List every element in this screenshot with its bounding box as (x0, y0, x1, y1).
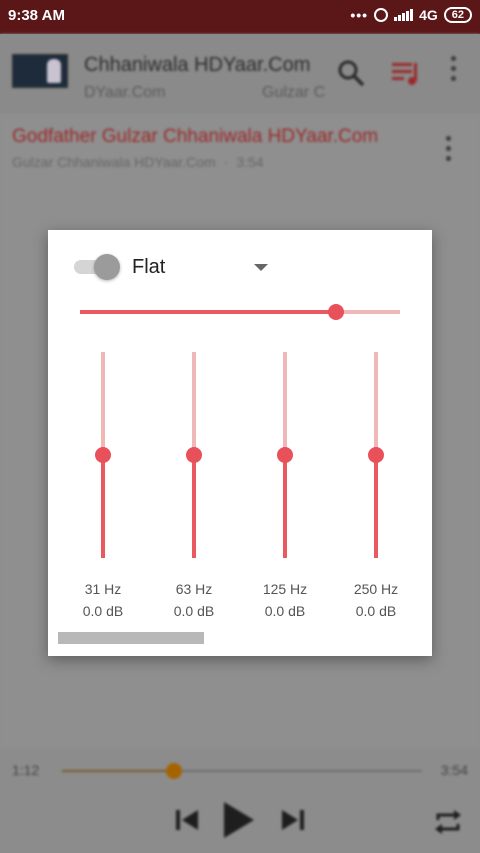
horizontal-scrollbar[interactable] (58, 632, 204, 644)
song-list-item[interactable]: Godfather Gulzar Chhaniwala HDYaar.Com G… (0, 116, 480, 176)
band-slider[interactable] (95, 352, 111, 558)
song-artist: Gulzar Chhaniwala HDYaar.Com (12, 154, 216, 170)
elapsed-time: 1:12 (12, 762, 40, 778)
album-art[interactable] (12, 54, 68, 88)
band-knob[interactable] (277, 447, 293, 463)
skip-next-icon[interactable] (280, 808, 306, 832)
song-separator: · (223, 154, 229, 170)
band-fill (283, 455, 287, 558)
band-63hz: 63 Hz 0.0 dB (162, 350, 226, 619)
total-time: 3:54 (440, 762, 468, 778)
skip-previous-icon[interactable] (174, 808, 200, 832)
more-vert-icon[interactable] (444, 56, 462, 90)
app-header: Chhaniwala HDYaar.Com DYaar.Com Gulzar C (0, 34, 480, 114)
band-knob[interactable] (95, 447, 111, 463)
signal-icon (394, 9, 414, 21)
band-frequency: 63 Hz (175, 581, 213, 597)
status-bar: 9:38 AM ••• 4G 62 (0, 0, 480, 34)
master-fill (80, 310, 336, 314)
seek-knob[interactable] (165, 763, 182, 779)
band-gain: 0.0 dB (173, 603, 215, 619)
band-fill (192, 455, 196, 558)
seek-bar[interactable] (62, 763, 422, 779)
preset-dropdown[interactable]: Flat (132, 254, 282, 282)
player-bar: 1:12 3:54 (0, 748, 480, 853)
notification-dots-icon: ••• (350, 7, 369, 23)
status-icons: ••• 4G 62 (350, 7, 472, 23)
band-slider[interactable] (277, 352, 293, 558)
master-knob[interactable] (328, 304, 344, 320)
band-frequency: 31 Hz (84, 581, 122, 597)
preset-label: Flat (132, 256, 166, 278)
band-125hz: 125 Hz 0.0 dB (253, 350, 317, 619)
song-duration: 3:54 (236, 154, 264, 170)
repeat-icon[interactable] (432, 806, 464, 838)
band-gain: 0.0 dB (82, 603, 124, 619)
search-icon[interactable] (336, 58, 366, 88)
master-slider[interactable] (80, 302, 400, 322)
battery-icon: 62 (443, 7, 472, 23)
band-slider[interactable] (186, 352, 202, 558)
seek-played (62, 770, 174, 772)
band-gain: 0.0 dB (355, 603, 397, 619)
header-subtitle-right: Gulzar C (262, 84, 326, 101)
band-31hz: 31 Hz 0.0 dB (71, 350, 135, 619)
band-fill (101, 455, 105, 558)
header-subtitle-left: DYaar.Com (84, 84, 166, 101)
band-frequency: 125 Hz (262, 581, 308, 597)
band-250hz: 250 Hz 0.0 dB (344, 350, 408, 619)
header-title: Chhaniwala HDYaar.Com (84, 54, 311, 76)
network-type: 4G (419, 7, 438, 23)
band-fill (374, 455, 378, 558)
queue-icon[interactable] (390, 58, 422, 88)
song-title: Godfather Gulzar Chhaniwala HDYaar.Com (12, 126, 379, 147)
band-slider[interactable] (368, 352, 384, 558)
play-icon[interactable] (222, 800, 256, 840)
dropdown-arrow-icon (254, 264, 268, 271)
equalizer-dialog: Flat 31 Hz 0.0 dB 63 Hz 0.0 dB 125 Hz 0.… (48, 230, 432, 656)
band-knob[interactable] (186, 447, 202, 463)
status-time: 9:38 AM (8, 7, 65, 24)
band-frequency: 250 Hz (353, 581, 399, 597)
equalizer-toggle[interactable] (74, 254, 120, 280)
band-knob[interactable] (368, 447, 384, 463)
band-gain: 0.0 dB (264, 603, 306, 619)
alarm-icon (374, 8, 389, 22)
song-meta: Gulzar Chhaniwala HDYaar.Com · 3:54 (12, 154, 264, 170)
song-more-icon[interactable] (446, 136, 451, 161)
toggle-thumb (94, 254, 120, 280)
